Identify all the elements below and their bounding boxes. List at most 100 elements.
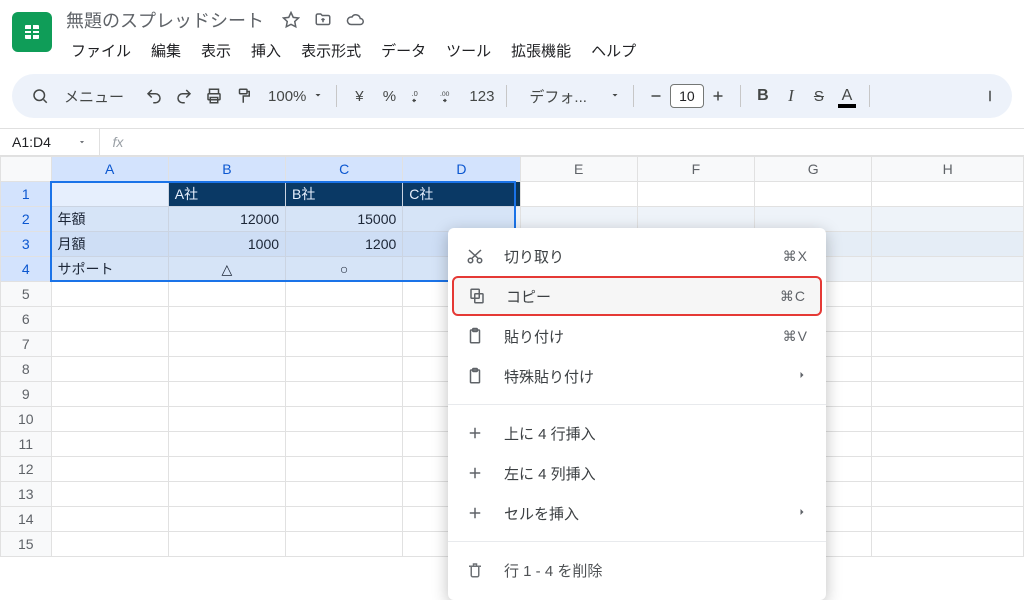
menu-data[interactable]: データ xyxy=(372,34,435,67)
toolbar-overflow-icon[interactable] xyxy=(976,82,1004,110)
cell[interactable] xyxy=(286,357,403,382)
cell[interactable] xyxy=(168,382,285,407)
row-header[interactable]: 2 xyxy=(1,207,52,232)
menu-help[interactable]: ヘルプ xyxy=(582,34,645,67)
row-header[interactable]: 15 xyxy=(1,532,52,557)
row-header[interactable]: 5 xyxy=(1,282,52,307)
row-header[interactable]: 10 xyxy=(1,407,52,432)
row-header[interactable]: 9 xyxy=(1,382,52,407)
increase-decimal-button[interactable]: .00 xyxy=(435,82,463,110)
ctx-paste[interactable]: 貼り付け ⌘V xyxy=(448,316,826,356)
cell[interactable] xyxy=(872,332,1024,357)
cell[interactable] xyxy=(286,457,403,482)
ctx-cut[interactable]: 切り取り ⌘X xyxy=(448,236,826,276)
cell[interactable]: C社 xyxy=(403,182,520,207)
cell[interactable] xyxy=(286,332,403,357)
cell[interactable]: B社 xyxy=(286,182,403,207)
col-header-E[interactable]: E xyxy=(520,157,637,182)
cell[interactable] xyxy=(872,282,1024,307)
formula-input[interactable] xyxy=(136,129,1024,155)
cell[interactable] xyxy=(872,257,1024,282)
cell[interactable] xyxy=(872,207,1024,232)
redo-button[interactable] xyxy=(170,82,198,110)
cell[interactable] xyxy=(51,382,168,407)
document-name[interactable]: 無題のスプレッドシート xyxy=(62,5,268,35)
cell[interactable] xyxy=(872,532,1024,557)
col-header-H[interactable]: H xyxy=(872,157,1024,182)
cell[interactable] xyxy=(168,482,285,507)
row-header[interactable]: 7 xyxy=(1,332,52,357)
row-header[interactable]: 14 xyxy=(1,507,52,532)
cell[interactable]: サポート xyxy=(51,257,168,282)
ctx-delete-rows[interactable]: 行 1 - 4 を削除 xyxy=(448,550,826,590)
cell[interactable] xyxy=(872,307,1024,332)
decrease-decimal-button[interactable]: .0 xyxy=(405,82,433,110)
menu-format[interactable]: 表示形式 xyxy=(292,34,370,67)
cell[interactable]: △ xyxy=(168,257,285,282)
cell[interactable] xyxy=(51,407,168,432)
menu-ext[interactable]: 拡張機能 xyxy=(502,34,580,67)
bold-button[interactable]: B xyxy=(749,82,777,110)
cell[interactable] xyxy=(286,507,403,532)
font-size-increase[interactable] xyxy=(704,82,732,110)
cell[interactable] xyxy=(872,382,1024,407)
cell[interactable]: ○ xyxy=(286,257,403,282)
ctx-insert-rows[interactable]: 上に 4 行挿入 xyxy=(448,413,826,453)
row-header[interactable]: 11 xyxy=(1,432,52,457)
sheets-logo[interactable] xyxy=(12,12,52,52)
menu-edit[interactable]: 編集 xyxy=(142,34,190,67)
cell[interactable] xyxy=(872,457,1024,482)
ctx-paste-special[interactable]: 特殊貼り付け xyxy=(448,356,826,396)
cloud-status-icon[interactable] xyxy=(346,11,364,29)
cell[interactable] xyxy=(51,482,168,507)
cell[interactable] xyxy=(286,532,403,557)
strikethrough-button[interactable]: S xyxy=(805,82,833,110)
cell[interactable]: A社 xyxy=(168,182,285,207)
col-header-A[interactable]: A xyxy=(51,157,168,182)
cell[interactable] xyxy=(168,332,285,357)
cell[interactable] xyxy=(51,532,168,557)
cell[interactable] xyxy=(168,307,285,332)
cell[interactable] xyxy=(286,282,403,307)
menu-insert[interactable]: 挿入 xyxy=(242,34,290,67)
cell[interactable] xyxy=(51,507,168,532)
ctx-insert-cols[interactable]: 左に 4 列挿入 xyxy=(448,453,826,493)
cell[interactable]: 1000 xyxy=(168,232,285,257)
cell[interactable] xyxy=(872,432,1024,457)
move-folder-icon[interactable] xyxy=(314,11,332,29)
cell[interactable] xyxy=(286,307,403,332)
cell[interactable]: 15000 xyxy=(286,207,403,232)
italic-button[interactable]: I xyxy=(777,82,805,110)
cell[interactable] xyxy=(520,182,637,207)
cell[interactable] xyxy=(755,182,872,207)
col-header-D[interactable]: D xyxy=(403,157,520,182)
row-header[interactable]: 12 xyxy=(1,457,52,482)
col-header-B[interactable]: B xyxy=(168,157,285,182)
cell[interactable] xyxy=(872,232,1024,257)
cell[interactable] xyxy=(872,407,1024,432)
cell[interactable] xyxy=(286,432,403,457)
cell[interactable] xyxy=(286,382,403,407)
cell[interactable]: 月額 xyxy=(51,232,168,257)
col-header-G[interactable]: G xyxy=(755,157,872,182)
menu-search-label[interactable]: メニュー xyxy=(60,86,128,107)
cell[interactable] xyxy=(286,407,403,432)
row-header[interactable]: 13 xyxy=(1,482,52,507)
name-box[interactable]: A1:D4 xyxy=(0,129,100,155)
percent-format-button[interactable]: % xyxy=(375,82,403,110)
font-family-select[interactable]: デフォ... xyxy=(515,82,625,110)
cell[interactable] xyxy=(872,507,1024,532)
cell[interactable]: 年額 xyxy=(51,207,168,232)
text-color-button[interactable]: A xyxy=(833,82,861,110)
cell[interactable] xyxy=(51,432,168,457)
more-formats-button[interactable]: 123 xyxy=(465,82,498,110)
cell[interactable] xyxy=(168,357,285,382)
star-icon[interactable] xyxy=(282,11,300,29)
zoom-select[interactable]: 100% xyxy=(260,82,328,110)
menu-file[interactable]: ファイル xyxy=(62,34,140,67)
cell[interactable] xyxy=(51,457,168,482)
cell[interactable] xyxy=(168,407,285,432)
cell[interactable] xyxy=(51,332,168,357)
row-header[interactable]: 6 xyxy=(1,307,52,332)
row-header[interactable]: 4 xyxy=(1,257,52,282)
